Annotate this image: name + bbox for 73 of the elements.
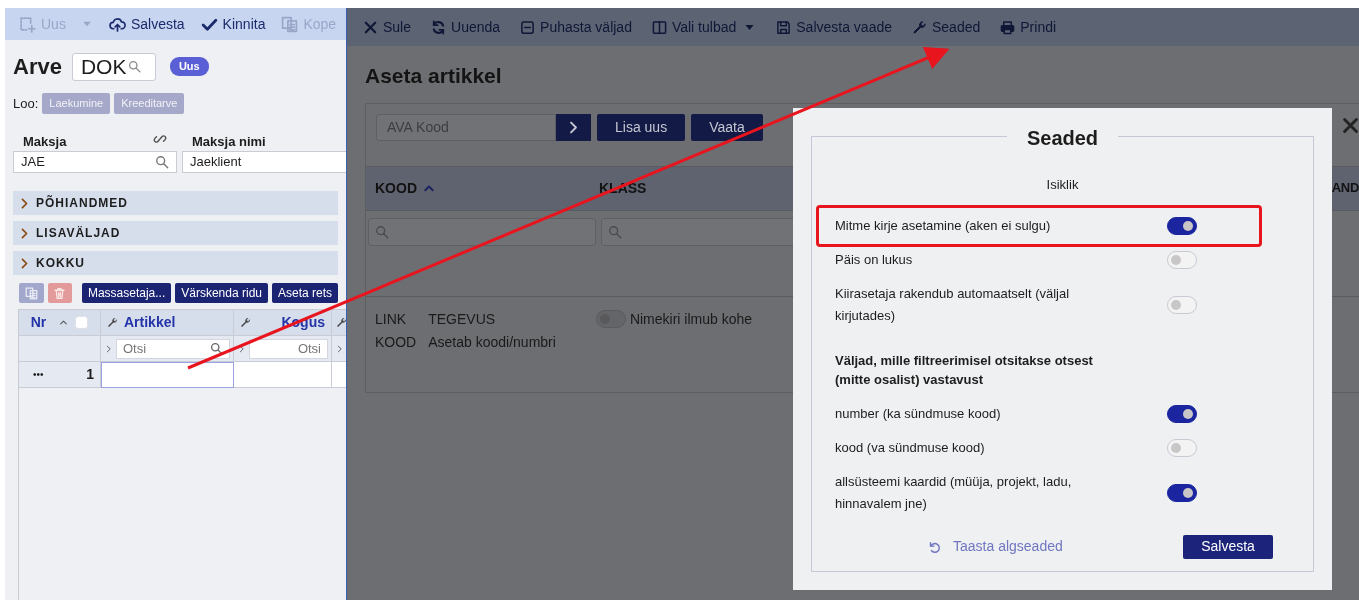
- trash-icon: [53, 286, 67, 300]
- close-icon: [363, 19, 378, 35]
- toggle-label: Nimekiri ilmub kohe: [629, 309, 753, 329]
- document-field[interactable]: DOK: [71, 52, 156, 81]
- toggle-switch[interactable]: [1167, 216, 1197, 235]
- printer-icon: [1000, 19, 1016, 35]
- field-label: Maksja nimi: [192, 132, 266, 151]
- copy-icon: [281, 15, 299, 33]
- chevron-icon: [567, 119, 580, 135]
- setting-label: Mitme kirje asetamine (aken ei sulgu): [835, 216, 1052, 235]
- table-cell[interactable]: [234, 362, 332, 388]
- search-icon: [210, 342, 223, 355]
- save-button[interactable]: Salvesta: [1183, 534, 1273, 559]
- reset-link[interactable]: Taasta algseaded: [927, 536, 1063, 557]
- upload-icon: [108, 15, 126, 33]
- create-label: Loo:: [13, 94, 39, 113]
- go-button[interactable]: [556, 113, 591, 141]
- legend-text: Asetab koodi/numbri: [428, 332, 556, 352]
- section-header[interactable]: KOKKU: [13, 251, 338, 275]
- section-header[interactable]: PÕHIANDMED: [13, 191, 338, 215]
- action-button[interactable]: Aseta rets: [272, 283, 338, 303]
- search-icon: [375, 224, 389, 239]
- toggle-switch[interactable]: [1167, 404, 1197, 423]
- chevron-icon: [104, 343, 113, 354]
- status-badge: Uus: [169, 57, 209, 76]
- copy-button[interactable]: [19, 283, 44, 303]
- setting-label: number (ka sündmuse kood): [835, 404, 1002, 423]
- table-cell[interactable]: [101, 362, 234, 388]
- legend-key: KOOD: [375, 331, 417, 353]
- setting-label: kood (va sündmuse kood): [835, 438, 986, 457]
- filter-field[interactable]: Otsi: [249, 338, 328, 359]
- action-button[interactable]: Värskenda ridu: [175, 283, 268, 303]
- search-icon: [608, 224, 622, 239]
- chevron-icon: [335, 343, 344, 354]
- legend-key: LINK: [375, 308, 417, 330]
- row-number: 1: [86, 365, 94, 384]
- page-heading: Aseta artikkel: [365, 63, 503, 89]
- field-label: Maksja: [23, 132, 67, 151]
- column-header[interactable]: Nr: [30, 312, 70, 333]
- columns-icon: [651, 19, 667, 35]
- undo-icon: [927, 539, 941, 554]
- setting-label: Kiirasetaja rakendub automaatselt (väljal kirjutades): [835, 284, 1071, 325]
- dialog-button[interactable]: Lisa uus: [597, 113, 686, 141]
- setting-label: Päis on lukus: [835, 250, 914, 269]
- new-icon: [19, 15, 36, 33]
- input-field[interactable]: Jaeklient: [182, 151, 346, 173]
- filter-field[interactable]: Otsi: [116, 338, 230, 359]
- copy-icon: [24, 286, 38, 300]
- wrench-icon: [912, 19, 927, 35]
- section-heading: Väljad, mille filtreerimisel otsitakse otsest (mitte osalist) vastavust: [834, 351, 1094, 389]
- input-field[interactable]: JAE: [13, 151, 177, 173]
- wrench-icon: [107, 317, 118, 328]
- toolbar-button[interactable]: Kinnita: [200, 13, 266, 35]
- dialog-button[interactable]: Vaata: [691, 113, 763, 141]
- setting-label: allsüsteemi kaardid (müüja, projekt, ladu, hinnavalem jne): [835, 472, 1073, 513]
- search-icon: [155, 155, 169, 169]
- search-icon: [128, 60, 142, 73]
- column-header[interactable]: Artikkel: [124, 312, 176, 333]
- row-menu[interactable]: •••: [33, 367, 44, 382]
- delete-button[interactable]: [47, 283, 73, 303]
- group-label: Isiklik: [1045, 176, 1080, 194]
- legend-text: TEGEVUS: [428, 309, 497, 329]
- toggle-switch[interactable]: [1167, 483, 1197, 502]
- toolbar-button[interactable]: Salvesta: [108, 13, 185, 35]
- select-all-checkbox[interactable]: [75, 316, 89, 329]
- refresh-icon: [431, 19, 447, 35]
- document-title: Arve: [13, 53, 62, 81]
- wrench-icon: [240, 317, 251, 328]
- section-header[interactable]: LISAVÄLJAD: [13, 221, 338, 245]
- minus-box-icon: [520, 19, 536, 35]
- filter-field[interactable]: [368, 217, 596, 246]
- action-button[interactable]: Massasetaja...: [81, 283, 172, 303]
- close-icon: [1341, 115, 1359, 135]
